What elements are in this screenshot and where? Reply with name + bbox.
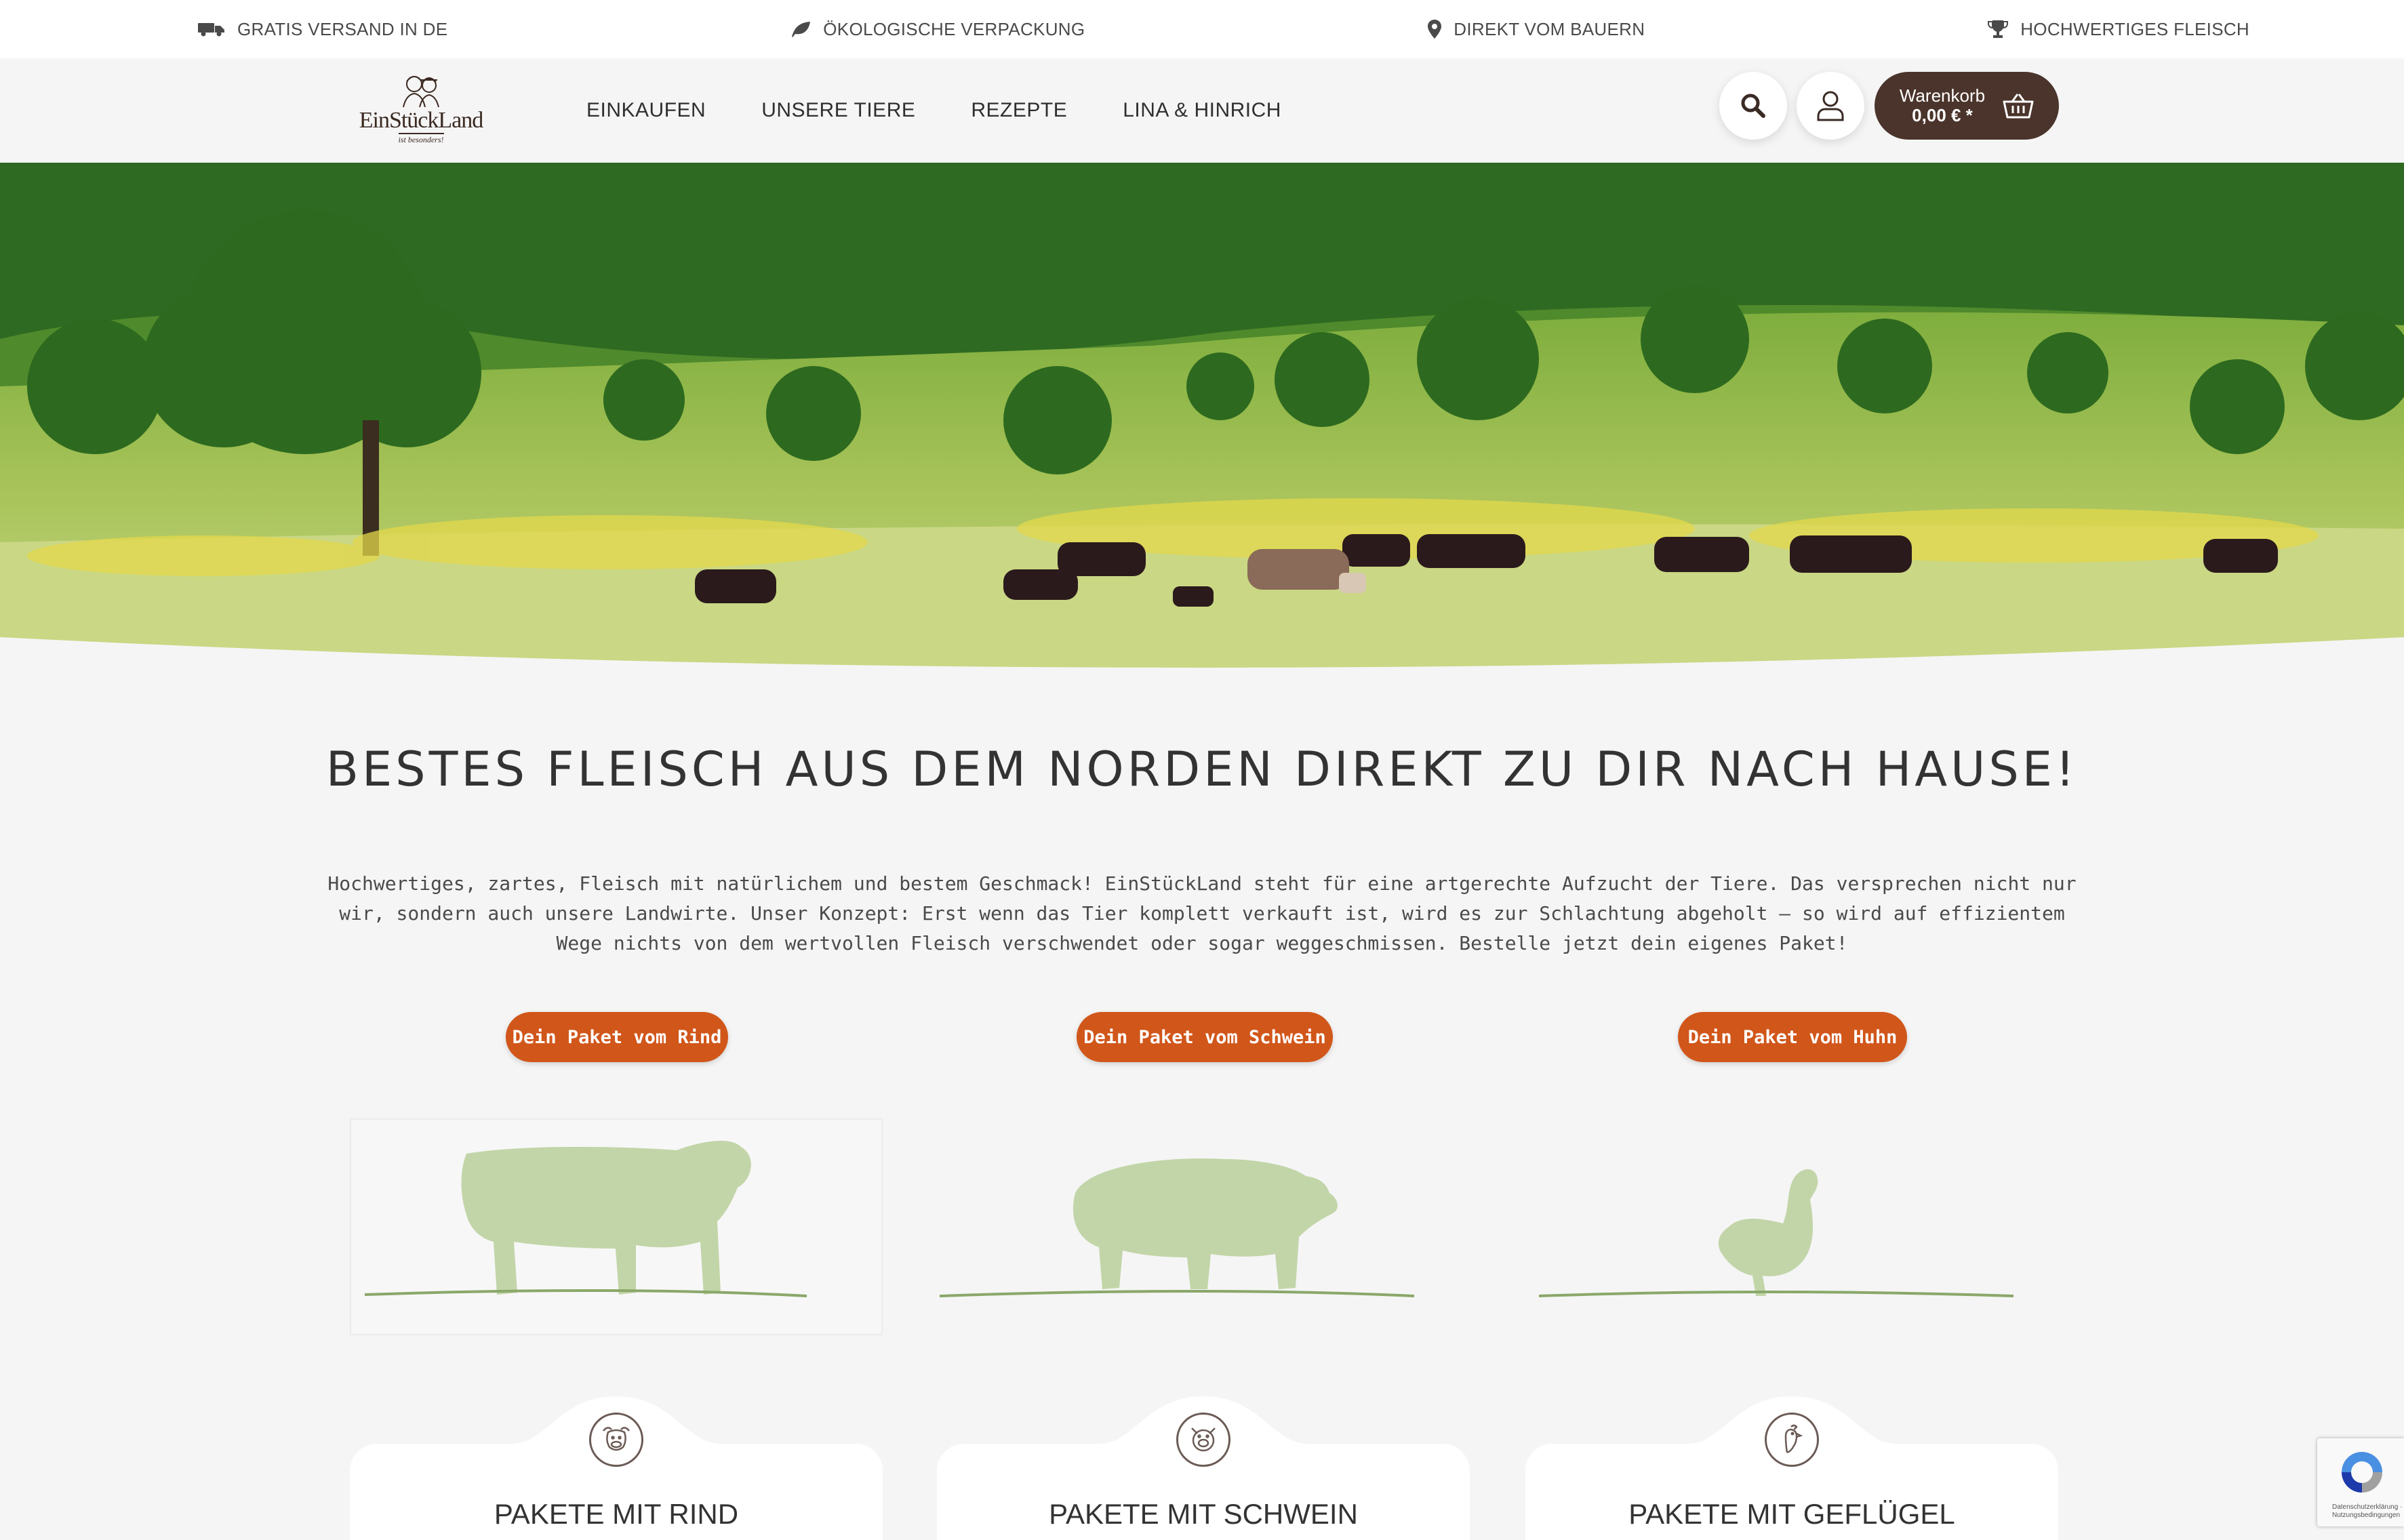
cow-head-glyph	[603, 1427, 630, 1451]
category-card-schwein[interactable]: PAKETE MIT SCHWEIN	[937, 1396, 1470, 1540]
category-title: PAKETE MIT RIND	[494, 1498, 739, 1530]
package-huhn-button[interactable]: Dein Paket vom Huhn	[1678, 1012, 1907, 1062]
page-headline: BESTES FLEISCH AUS DEM NORDEN DIREKT ZU …	[325, 742, 2079, 797]
chicken-head-icon	[1765, 1413, 1819, 1467]
truck-icon	[198, 23, 224, 37]
cart-total: 0,00 € *	[1912, 105, 1973, 125]
recaptcha-badge[interactable]: Datenschutzerklärung · Nutzungsbedingung…	[2317, 1438, 2404, 1526]
cart-button[interactable]: Warenkorb 0,00 € *	[1875, 72, 2059, 140]
usp-direct-farmer: DIREKT VOM BAUERN	[1428, 19, 1645, 40]
category-title: PAKETE MIT GEFLÜGEL	[1628, 1498, 1955, 1530]
basket-icon	[2003, 94, 2034, 119]
cow-illustration[interactable]	[350, 1118, 883, 1335]
recaptcha-icon	[2342, 1452, 2382, 1493]
logo[interactable]: EinStückLand ist besonders!	[359, 70, 483, 152]
pig-head-icon	[1176, 1413, 1230, 1467]
usp-label: HOCHWERTIGES FLEISCH	[2020, 18, 2249, 39]
user-icon	[1817, 91, 1844, 121]
nav-einkaufen[interactable]: EINKAUFEN	[586, 99, 706, 122]
chicken-icon	[1538, 1169, 2014, 1297]
usp-free-shipping: GRATIS VERSAND IN DE	[198, 19, 447, 40]
chicken-illustration[interactable]	[1525, 1118, 2014, 1335]
category-title: PAKETE MIT SCHWEIN	[1049, 1498, 1358, 1530]
intro-paragraph: Hochwertiges, zartes, Fleisch mit natürl…	[327, 872, 2077, 954]
search-button[interactable]	[1719, 72, 1787, 140]
chicken-head-glyph	[1784, 1424, 1803, 1454]
cart-label: Warenkorb	[1899, 85, 1986, 106]
cart-summary: Warenkorb 0,00 € *	[1900, 86, 1985, 125]
trophy-icon	[1988, 20, 2009, 38]
cow-head-icon	[589, 1413, 643, 1467]
pig-icon	[939, 1158, 1415, 1297]
pig-illustration[interactable]	[939, 1118, 1468, 1335]
package-rind-button[interactable]: Dein Paket vom Rind	[506, 1012, 728, 1062]
map-pin-icon	[1428, 20, 1442, 39]
pig-head-glyph	[1191, 1427, 1216, 1452]
cow-icon	[364, 1140, 807, 1297]
account-button[interactable]	[1797, 72, 1864, 140]
usp-label: ÖKOLOGISCHE VERPACKUNG	[823, 18, 1085, 39]
main-navigation: EINKAUFEN UNSERE TIERE REZEPTE LINA & HI…	[586, 58, 1281, 163]
logo-wordmark: EinStückLand	[359, 108, 484, 133]
logo-farmers-icon	[403, 76, 439, 108]
hero-landscape	[0, 163, 2404, 678]
logo-tagline: ist besonders!	[398, 133, 444, 145]
hero-image	[0, 163, 2404, 678]
usp-bar: GRATIS VERSAND IN DE ÖKOLOGISCHE VERPACK…	[0, 0, 2404, 58]
site-header: EinStückLand ist besonders! EINKAUFEN UN…	[0, 58, 2404, 163]
usp-quality-meat: HOCHWERTIGES FLEISCH	[1988, 19, 2249, 40]
usp-eco-packaging: ÖKOLOGISCHE VERPACKUNG	[790, 19, 1085, 40]
category-card-rind[interactable]: PAKETE MIT RIND	[350, 1396, 883, 1540]
search-icon	[1741, 94, 1765, 118]
usp-label: DIREKT VOM BAUERN	[1454, 18, 1645, 39]
nav-lina-hinrich[interactable]: LINA & HINRICH	[1123, 99, 1281, 122]
package-schwein-button[interactable]: Dein Paket vom Schwein	[1077, 1012, 1333, 1062]
leaf-icon	[792, 22, 811, 37]
nav-unsere-tiere[interactable]: UNSERE TIERE	[761, 99, 915, 122]
category-card-gefluegel[interactable]: PAKETE MIT GEFLÜGEL	[1525, 1396, 2058, 1540]
nav-rezepte[interactable]: REZEPTE	[971, 99, 1067, 122]
usp-label: GRATIS VERSAND IN DE	[237, 18, 448, 39]
recaptcha-links[interactable]: Datenschutzerklärung · Nutzungsbedingung…	[2332, 1503, 2403, 1520]
